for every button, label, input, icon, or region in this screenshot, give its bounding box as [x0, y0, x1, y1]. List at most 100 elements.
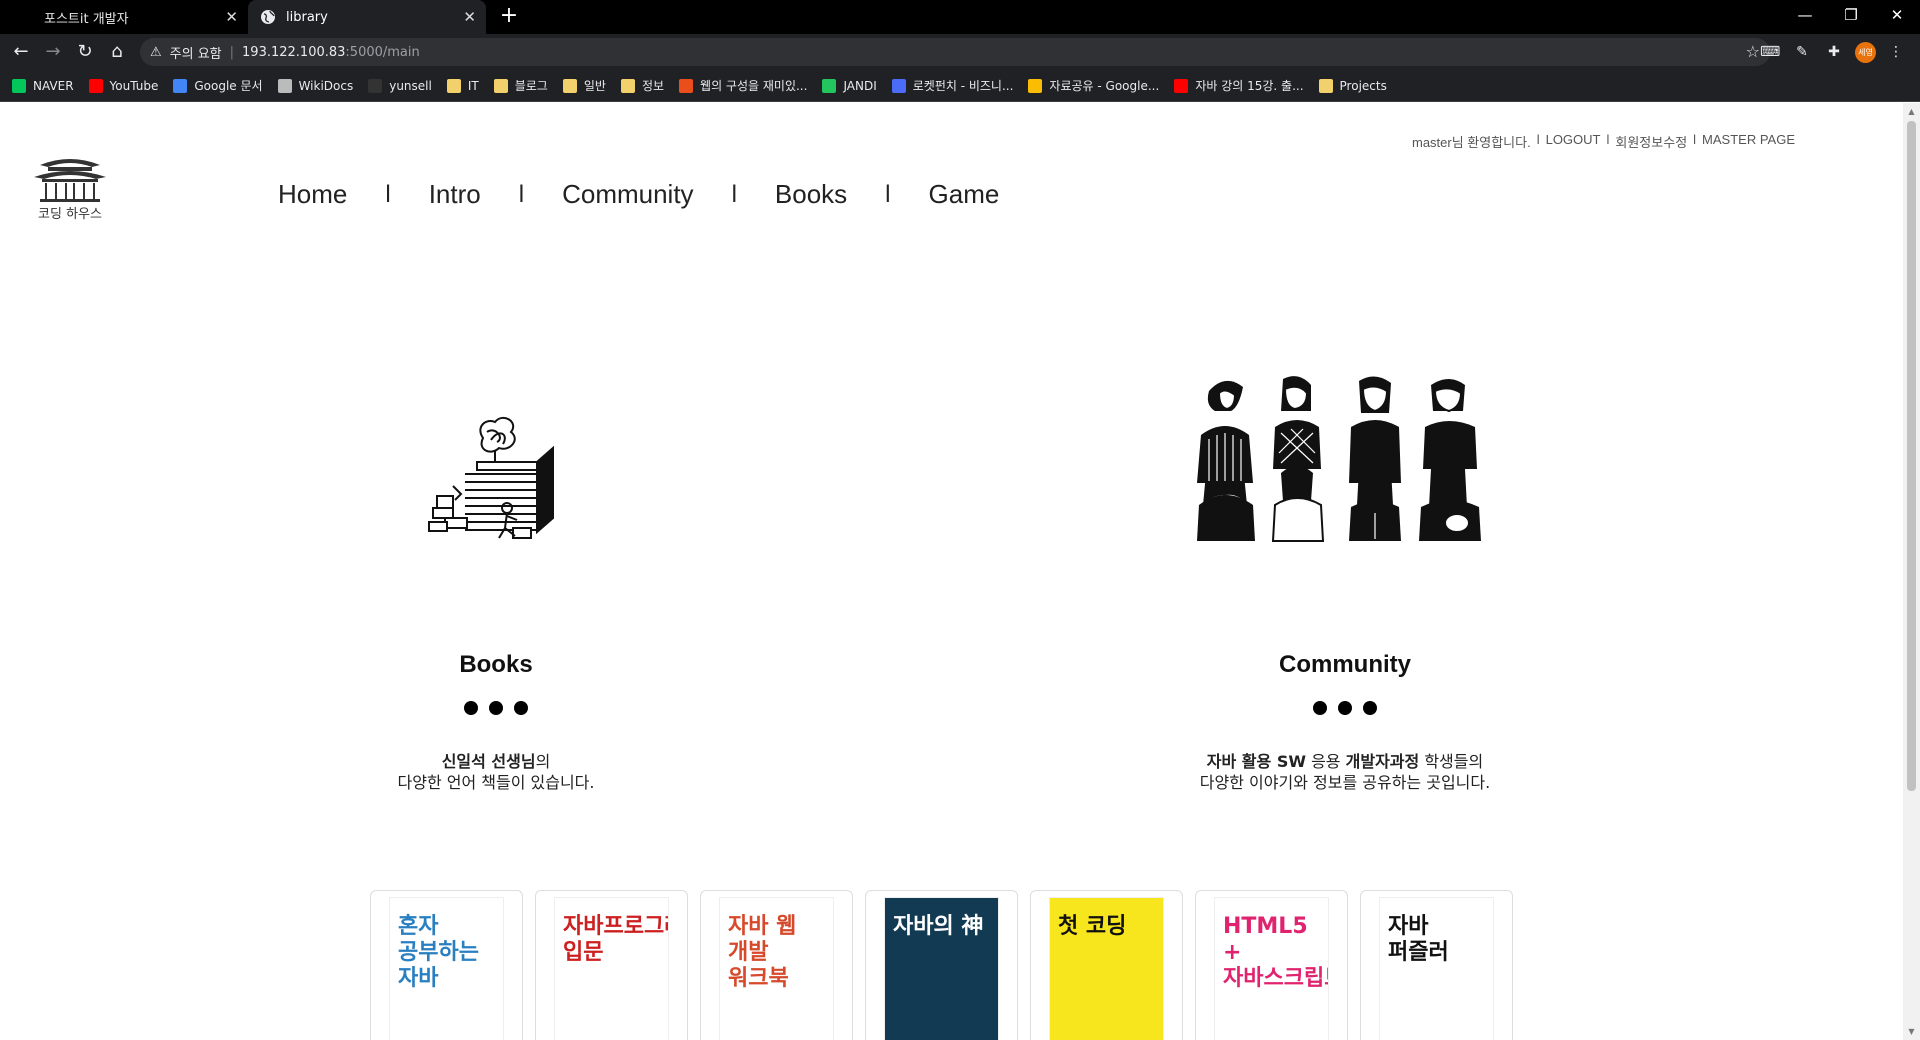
user-menu: master님 환영합니다. l LOGOUT l 회원정보수정 l MASTE…: [1412, 132, 1795, 151]
master-page-link[interactable]: MASTER PAGE: [1702, 132, 1795, 151]
folder-icon: [446, 78, 461, 93]
dots-ornament: [236, 701, 756, 715]
bookmark-label: 웹의 구성을 재미있...: [700, 79, 808, 93]
terminal-extension-icon[interactable]: ⌨: [1760, 42, 1780, 62]
tab-close-icon[interactable]: ✕: [225, 8, 238, 26]
desc-line2: 다양한 언어 책들이 있습니다.: [397, 773, 595, 792]
profile-avatar[interactable]: 세영: [1855, 42, 1876, 63]
desc-text: 학생들의: [1419, 752, 1484, 771]
youtube-icon: [1174, 78, 1189, 93]
url-separator: |: [229, 44, 235, 60]
bookmark-label: yunsell: [389, 78, 432, 93]
book-card[interactable]: 자바 웹 개발 워크북: [700, 890, 853, 1040]
nav-game[interactable]: Game: [929, 179, 1000, 210]
book-card[interactable]: 자바 퍼즐러: [1360, 890, 1513, 1040]
tab-close-icon[interactable]: ✕: [463, 8, 476, 26]
bookmark-label: Google 문서: [194, 79, 263, 93]
logout-link[interactable]: LOGOUT: [1546, 132, 1601, 151]
books-illustration[interactable]: [425, 398, 565, 543]
bookmark-label: IT: [467, 78, 479, 93]
home-icon[interactable]: ⌂: [105, 40, 129, 64]
scroll-up-icon[interactable]: ▲: [1907, 107, 1916, 116]
pen-extension-icon[interactable]: ✎: [1792, 42, 1812, 62]
bookmark-item[interactable]: NAVER: [12, 78, 74, 93]
dot: [514, 701, 528, 715]
window-close-icon[interactable]: ✕: [1874, 0, 1920, 30]
bookmark-item[interactable]: 블로그: [493, 77, 548, 94]
edit-profile-link[interactable]: 회원정보수정: [1615, 132, 1687, 151]
books-title[interactable]: Books: [236, 651, 756, 679]
bookmark-item[interactable]: YouTube: [88, 78, 158, 93]
scroll-down-icon[interactable]: ▼: [1907, 1027, 1916, 1036]
nav-home[interactable]: Home: [278, 179, 347, 210]
page-scrollbar[interactable]: ▲ ▼: [1903, 103, 1920, 1040]
book-cover[interactable]: 혼자 공부하는 자바: [389, 897, 504, 1040]
naver-icon: [12, 78, 26, 93]
browser-tab-2[interactable]: library ✕: [248, 0, 486, 34]
book-cover[interactable]: HTML5 + 자바스크립트: [1214, 897, 1329, 1040]
bookmark-item[interactable]: 자료공유 - Google...: [1028, 77, 1159, 94]
book-card[interactable]: 혼자 공부하는 자바: [370, 890, 523, 1040]
bookmark-label: 블로그: [514, 79, 548, 93]
bookmark-item[interactable]: 정보: [620, 77, 664, 94]
forward-icon[interactable]: →: [41, 40, 65, 64]
security-label[interactable]: 주의 요함: [170, 43, 222, 62]
browser-tab-1[interactable]: 포스트it 개발자 ✕: [8, 0, 248, 34]
bookmark-item[interactable]: 자바 강의 15강. 출...: [1174, 77, 1304, 94]
warning-icon[interactable]: ⚠: [150, 45, 162, 60]
jandi-icon: [822, 78, 837, 93]
book-card[interactable]: 자바의 神: [865, 890, 1018, 1040]
kebab-menu-icon[interactable]: ⋮: [1886, 42, 1906, 62]
nav-books[interactable]: Books: [775, 179, 847, 210]
book-cover[interactable]: 자바프로그래밍 입문: [554, 897, 669, 1040]
globe-icon: [261, 10, 275, 24]
dot: [1313, 701, 1327, 715]
nav-intro[interactable]: Intro: [429, 179, 481, 210]
scrollbar-thumb[interactable]: [1907, 121, 1916, 791]
extensions-puzzle-icon[interactable]: ✚: [1824, 42, 1844, 62]
bookmark-item[interactable]: yunsell: [368, 78, 432, 93]
bookmark-item[interactable]: Google 문서: [173, 77, 263, 94]
tab-title: 포스트it 개발자: [44, 11, 129, 27]
book-cover[interactable]: 자바 웹 개발 워크북: [719, 897, 834, 1040]
folder-icon: [562, 78, 577, 93]
bookmark-label: 일반: [583, 79, 606, 93]
bookmark-label: JANDI: [843, 78, 877, 93]
bookmarks-bar: NAVER YouTube Google 문서 WikiDocs yunsell IT 블로…: [0, 70, 1920, 102]
minimize-icon[interactable]: —: [1782, 0, 1828, 30]
bookmark-label: 자바 강의 15강. 출...: [1195, 79, 1304, 93]
desc-bold: 자바 활용 SW: [1206, 752, 1306, 771]
book-cover[interactable]: 자바 퍼즐러: [1379, 897, 1494, 1040]
book-card[interactable]: 자바프로그래밍 입문: [535, 890, 688, 1040]
restore-icon[interactable]: ❐: [1828, 0, 1874, 30]
book-cover-title: 첫 코딩: [1058, 914, 1127, 939]
bookmark-item[interactable]: Projects: [1318, 78, 1387, 93]
new-tab-icon[interactable]: +: [497, 4, 521, 28]
bookmark-item[interactable]: 일반: [562, 77, 606, 94]
bookmark-item[interactable]: 웹의 구성을 재미있...: [679, 77, 807, 94]
dot: [1338, 701, 1352, 715]
reload-icon[interactable]: ↻: [73, 40, 97, 64]
google-docs-icon: [173, 78, 188, 93]
book-cover-title: 자바 웹 개발 워크북: [728, 914, 797, 991]
book-card[interactable]: 첫 코딩: [1030, 890, 1183, 1040]
bookmark-item[interactable]: 로켓펀치 - 비즈니...: [891, 77, 1013, 94]
bookmark-item[interactable]: JANDI: [822, 78, 877, 93]
book-cover[interactable]: 자바의 神: [884, 897, 999, 1040]
url-bar[interactable]: ⚠ 주의 요함 | 193.122.100.83:5000/main ☆: [140, 38, 1770, 66]
book-cover[interactable]: 첫 코딩: [1049, 897, 1164, 1040]
bookmark-item[interactable]: WikiDocs: [277, 78, 353, 93]
folder-icon: [620, 78, 635, 93]
nav-community[interactable]: Community: [562, 179, 693, 210]
site-icon: [679, 78, 694, 93]
logo-text: 코딩 하우스: [38, 207, 102, 222]
bookmark-star-icon[interactable]: ☆: [1746, 42, 1760, 61]
bookmark-item[interactable]: IT: [446, 78, 479, 93]
teacher-name: 신일석 선생님: [441, 752, 536, 771]
address-toolbar: ← → ↻ ⌂ ⚠ 주의 요함 | 193.122.100.83:5000/ma…: [0, 34, 1920, 70]
rocketpunch-icon: [891, 78, 906, 93]
back-icon[interactable]: ←: [9, 40, 33, 64]
community-illustration[interactable]: [1195, 373, 1495, 543]
community-title[interactable]: Community: [1085, 651, 1605, 679]
book-card[interactable]: HTML5 + 자바스크립트: [1195, 890, 1348, 1040]
